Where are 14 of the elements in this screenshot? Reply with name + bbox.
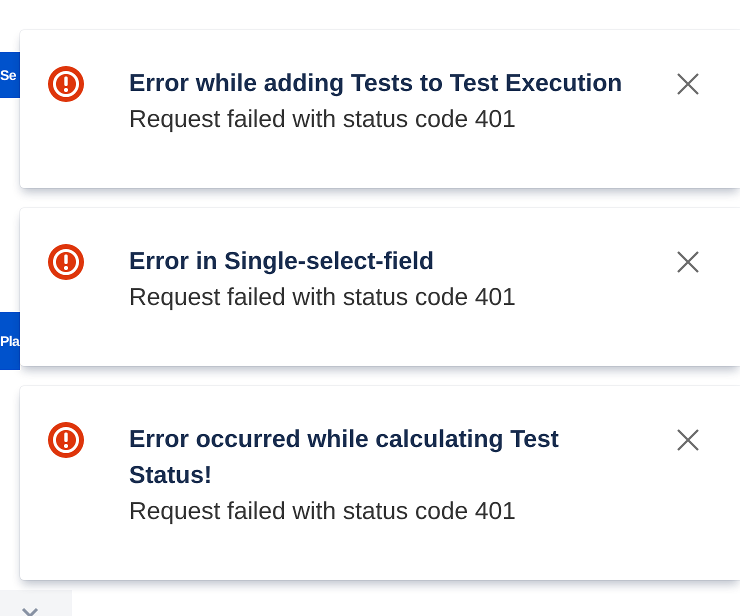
flag-title: Error in Single-select-field <box>129 247 435 277</box>
error-icon <box>48 422 84 458</box>
flag-description: Request failed with status code 401 <box>129 497 517 527</box>
close-button[interactable] <box>676 250 700 274</box>
flag-description: Request failed with status code 401 <box>129 283 517 313</box>
error-icon <box>48 66 84 102</box>
close-button[interactable] <box>676 72 700 96</box>
close-button[interactable] <box>676 428 700 452</box>
page-button[interactable]: Pla <box>0 312 20 370</box>
flag-title: Error occurred while calculating Test Status! <box>129 425 560 491</box>
flag-description: Request failed with status code 401 <box>129 105 517 135</box>
flag-title: Error while adding Tests to Test Execution <box>129 69 624 99</box>
error-icon <box>48 244 84 280</box>
page-button[interactable]: Se <box>0 52 20 98</box>
